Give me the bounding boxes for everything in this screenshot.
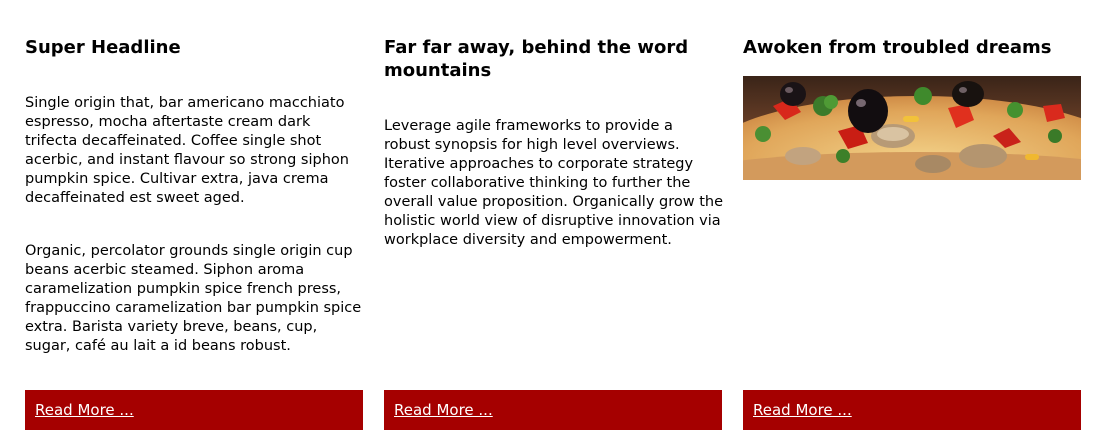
article-paragraph: Single origin that, bar americano macchi… (25, 95, 349, 206)
article-headline: Far far away, behind the word mountains (384, 37, 689, 81)
read-more-link[interactable]: Read More ... (394, 400, 493, 420)
article-card-2: Far far away, behind the word mountains … (384, 36, 723, 430)
article-card-3: Awoken from troubled dreams Read More ..… (743, 36, 1082, 430)
article-paragraph: Leverage agile frameworks to provide a r… (384, 118, 723, 248)
read-more-bar[interactable]: Read More ... (743, 390, 1081, 430)
read-more-link[interactable]: Read More ... (753, 400, 852, 420)
read-more-bar[interactable]: Read More ... (384, 390, 722, 430)
article-headline: Awoken from troubled dreams (743, 37, 1052, 58)
read-more-link[interactable]: Read More ... (35, 400, 134, 420)
article-card-1: Super Headline Single origin that, bar a… (25, 36, 364, 430)
article-headline: Super Headline (25, 37, 181, 58)
pizza-image (743, 76, 1081, 180)
read-more-bar[interactable]: Read More ... (25, 390, 363, 430)
article-paragraph: Organic, percolator grounds single origi… (25, 243, 362, 354)
